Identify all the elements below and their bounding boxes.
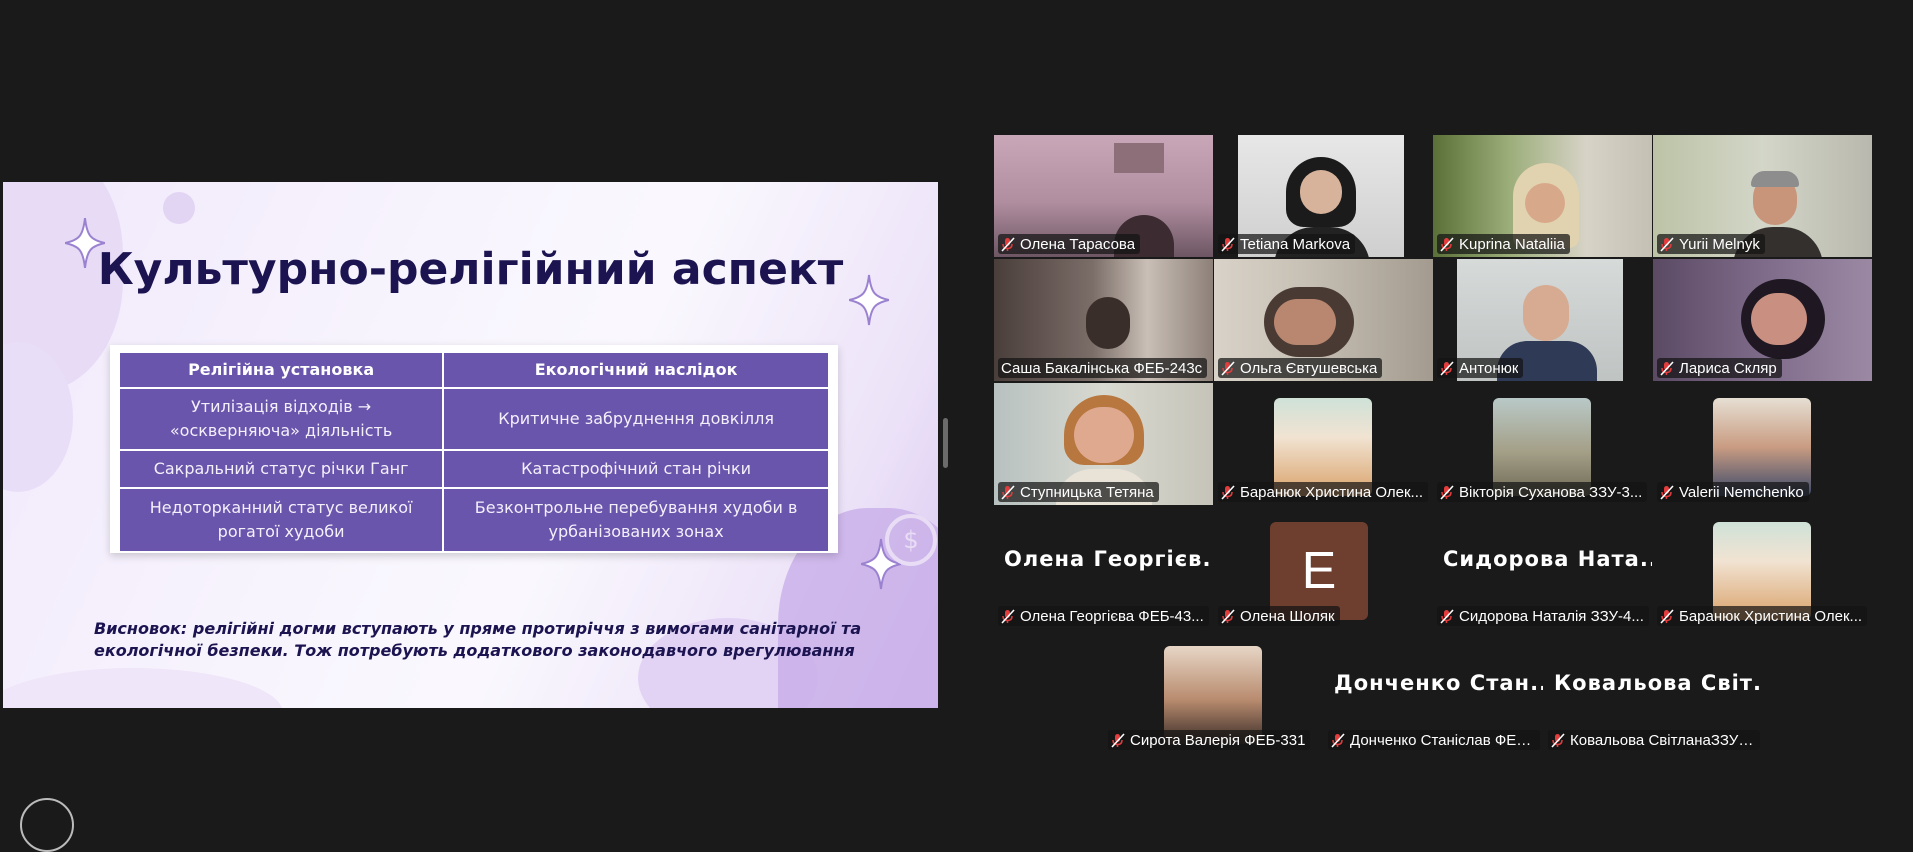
muted-mic-icon	[1440, 236, 1454, 252]
participant-tile[interactable]: E Олена Шоляк	[1214, 507, 1433, 629]
participant-tile[interactable]: Ковальова Світ... Ковальова СвітланаЗЗУ4.…	[1544, 631, 1763, 753]
muted-mic-icon	[1660, 608, 1674, 624]
participant-name-label: Баранюк Христина Олек...	[1657, 606, 1868, 626]
participant-gallery: Олена Тарасова Tetiana Markova Kuprina Nat…	[0, 0, 1913, 814]
participant-tile[interactable]: Баранюк Христина Олек...	[1653, 507, 1872, 629]
participant-name: Valerii Nemchenko	[1679, 483, 1804, 501]
participant-name: Сидорова Наталія ЗЗУ-4...	[1459, 607, 1644, 625]
muted-mic-icon	[1440, 360, 1454, 376]
participant-tile[interactable]: Сидорова Ната... Сидорова Наталія ЗЗУ-4..…	[1433, 507, 1652, 629]
muted-mic-icon	[1001, 484, 1015, 500]
participant-name: Kuprina Nataliia	[1459, 235, 1565, 253]
participant-tile[interactable]: Баранюк Христина Олек...	[1214, 383, 1433, 505]
participant-name: Донченко Станіслав ФЕБ...	[1350, 731, 1535, 749]
muted-mic-icon	[1440, 484, 1454, 500]
participant-name: Олена Тарасова	[1020, 235, 1136, 253]
participant-tile[interactable]: Tetiana Markova	[1214, 135, 1433, 257]
muted-mic-icon	[1440, 608, 1454, 624]
participant-tile[interactable]: Донченко Стан... Донченко Станіслав ФЕБ..…	[1324, 631, 1543, 753]
participant-name-label: Ковальова СвітланаЗЗУ4...	[1548, 730, 1760, 750]
participant-name-label: Вікторія Суханова ЗЗУ-3...	[1437, 482, 1648, 502]
muted-mic-icon	[1551, 732, 1565, 748]
participant-name-label: Yurii Melnyk	[1657, 234, 1765, 254]
participant-name-label: Олена Шоляк	[1218, 606, 1340, 626]
participant-name-label: Саша Бакалінська ФЕБ-243с	[998, 358, 1208, 378]
participant-name: Баранюк Христина Олек...	[1679, 607, 1863, 625]
muted-mic-icon	[1660, 236, 1674, 252]
participant-name: Лариса Скляр	[1679, 359, 1777, 377]
muted-mic-icon	[1660, 360, 1674, 376]
participant-name-label: Лариса Скляр	[1657, 358, 1782, 378]
participant-name: Tetiana Markova	[1240, 235, 1351, 253]
muted-mic-icon	[1111, 732, 1125, 748]
muted-mic-icon	[1221, 236, 1235, 252]
participant-tile[interactable]: Yurii Melnyk	[1653, 135, 1872, 257]
participant-name-label: Ольга Євтушевська	[1218, 358, 1383, 378]
participant-name: Антонюк	[1459, 359, 1519, 377]
participant-display-name: Олена Георгієв...	[1004, 547, 1213, 571]
participant-display-name: Донченко Стан...	[1334, 671, 1543, 695]
participant-tile[interactable]: Олена Георгієв... Олена Георгієва ФЕБ-43.…	[994, 507, 1213, 629]
participant-name-label: Олена Георгієва ФЕБ-43...	[998, 606, 1209, 626]
participant-name: Саша Бакалінська ФЕБ-243с	[1001, 359, 1203, 377]
participant-name-label: Антонюк	[1437, 358, 1524, 378]
participant-tile[interactable]: Вікторія Суханова ЗЗУ-3...	[1433, 383, 1652, 505]
participant-display-name: Ковальова Світ...	[1554, 671, 1763, 695]
muted-mic-icon	[1221, 484, 1235, 500]
participant-name-label: Valerii Nemchenko	[1657, 482, 1809, 502]
participant-name: Сирота Валерія ФЕБ-331	[1130, 731, 1306, 749]
participant-name-label: Олена Тарасова	[998, 234, 1141, 254]
participant-tile[interactable]: Олена Тарасова	[994, 135, 1213, 257]
participant-name-label: Tetiana Markova	[1218, 234, 1356, 254]
participant-tile[interactable]: Valerii Nemchenko	[1653, 383, 1872, 505]
participant-name: Ступницька Тетяна	[1020, 483, 1154, 501]
participant-tile[interactable]: Kuprina Nataliia	[1433, 135, 1652, 257]
muted-mic-icon	[1001, 236, 1015, 252]
participant-name-label: Баранюк Христина Олек...	[1218, 482, 1429, 502]
participant-tile[interactable]: Саша Бакалінська ФЕБ-243с	[994, 259, 1213, 381]
participant-name: Олена Шоляк	[1240, 607, 1335, 625]
participant-name: Баранюк Христина Олек...	[1240, 483, 1424, 501]
muted-mic-icon	[1660, 484, 1674, 500]
muted-mic-icon	[1221, 360, 1235, 376]
participant-tile[interactable]: Ольга Євтушевська	[1214, 259, 1433, 381]
participant-name: Олена Георгієва ФЕБ-43...	[1020, 607, 1204, 625]
participant-tile[interactable]: Антонюк	[1433, 259, 1652, 381]
participant-name-label: Сидорова Наталія ЗЗУ-4...	[1437, 606, 1649, 626]
muted-mic-icon	[1221, 608, 1235, 624]
participant-tile[interactable]: Сирота Валерія ФЕБ-331	[1104, 631, 1323, 753]
participant-tile[interactable]: Лариса Скляр	[1653, 259, 1872, 381]
participant-name-label: Kuprina Nataliia	[1437, 234, 1570, 254]
participant-tile[interactable]: Ступницька Тетяна	[994, 383, 1213, 505]
participant-name-label: Сирота Валерія ФЕБ-331	[1108, 730, 1311, 750]
participant-name: Ковальова СвітланаЗЗУ4...	[1570, 731, 1755, 749]
muted-mic-icon	[1001, 608, 1015, 624]
participant-name: Ольга Євтушевська	[1240, 359, 1378, 377]
participant-name: Yurii Melnyk	[1679, 235, 1760, 253]
participant-name-label: Ступницька Тетяна	[998, 482, 1159, 502]
participant-name: Вікторія Суханова ЗЗУ-3...	[1459, 483, 1643, 501]
participant-name-label: Донченко Станіслав ФЕБ...	[1328, 730, 1540, 750]
muted-mic-icon	[1331, 732, 1345, 748]
participant-display-name: Сидорова Ната...	[1443, 547, 1652, 571]
